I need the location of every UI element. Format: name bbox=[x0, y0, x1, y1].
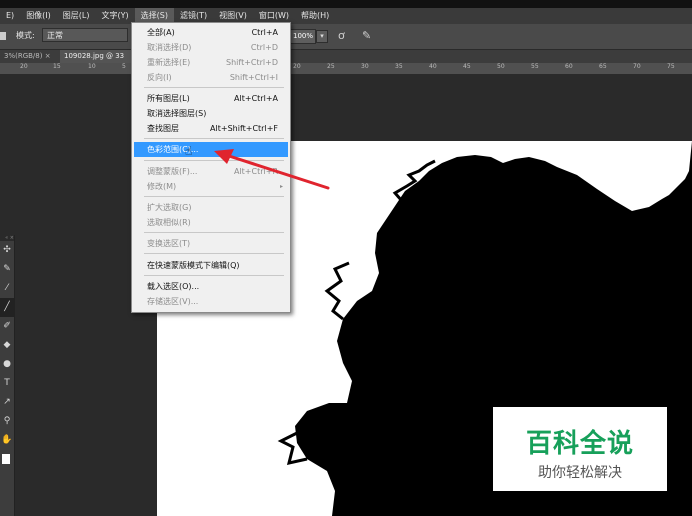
watermark-logo: 百科全说 助你轻松解决 bbox=[493, 407, 667, 491]
watermark-title: 百科全说 bbox=[525, 429, 634, 459]
watermark-subtitle: 助你轻松解决 bbox=[538, 465, 622, 481]
